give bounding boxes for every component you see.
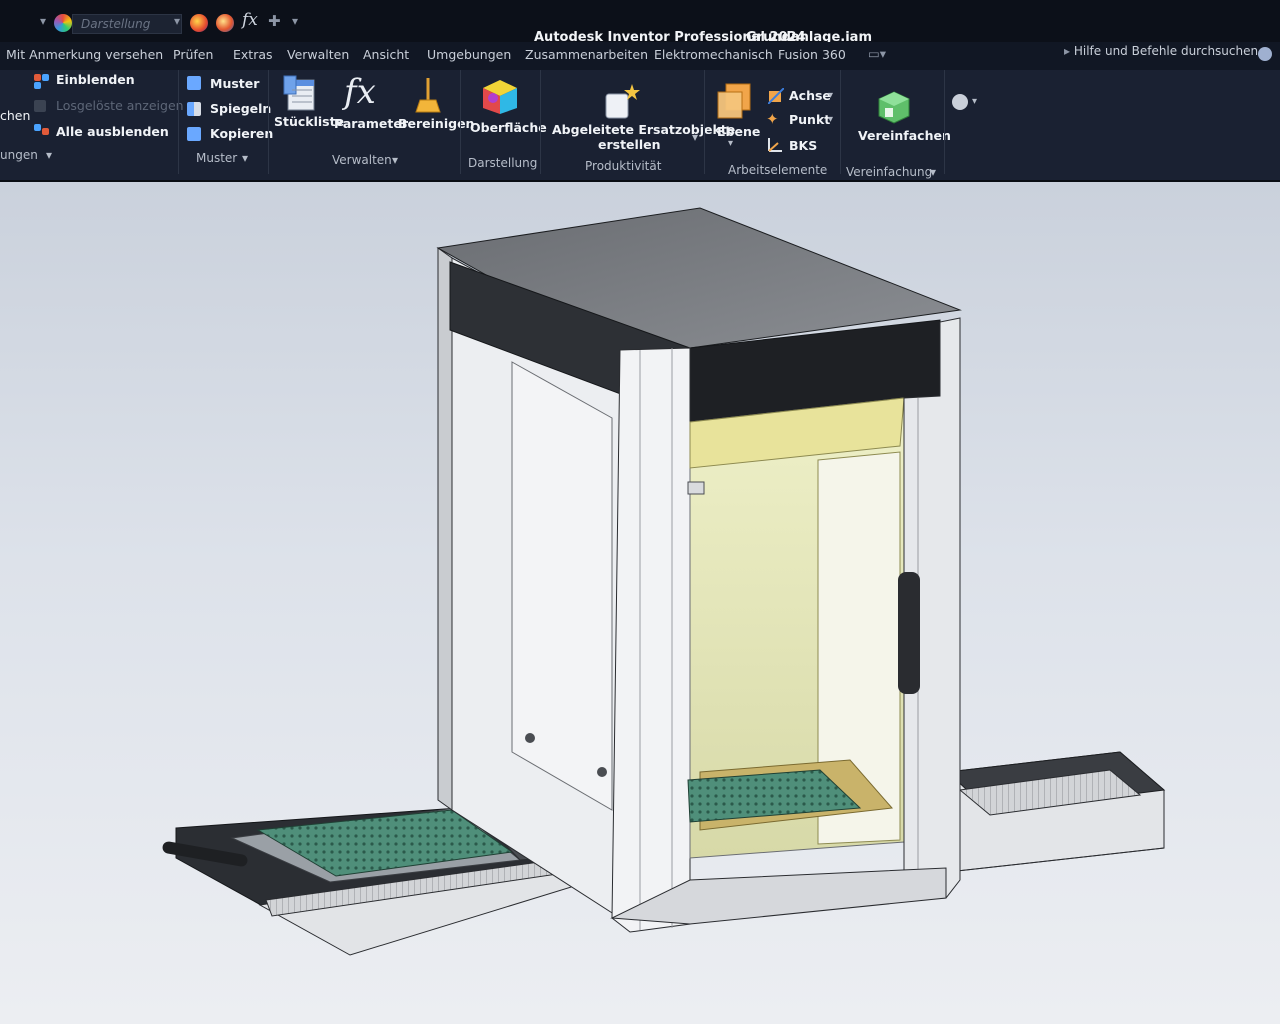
tab-tools[interactable]: Extras — [233, 47, 273, 62]
derived-substitute-button[interactable]: Abgeleitete Ersatzobjekte — [552, 122, 735, 137]
simplify-icon[interactable] — [877, 90, 911, 124]
work-plane-icon[interactable] — [716, 82, 754, 122]
pattern-icon — [187, 76, 201, 90]
screw-icon — [525, 733, 535, 743]
tab-electromechanical[interactable]: Elektromechanisch — [654, 47, 773, 62]
appearance-combo[interactable]: Darstellung — [72, 14, 182, 34]
assembly-model[interactable] — [0, 182, 1280, 1024]
show-icon — [34, 74, 41, 81]
parameters-fx-icon[interactable]: fx — [344, 72, 376, 112]
work-point-button[interactable]: Punkt — [789, 112, 830, 127]
work-axis-icon — [768, 88, 784, 104]
tab-collaborate[interactable]: Zusammenarbeiten — [525, 47, 648, 62]
tab-fusion-360[interactable]: Fusion 360 — [778, 47, 846, 62]
tab-annotate[interactable]: Mit Anmerkung versehen — [6, 47, 163, 62]
hinge-icon — [687, 481, 705, 495]
screw-icon — [597, 767, 607, 777]
tab-view[interactable]: Ansicht — [363, 47, 409, 62]
appearance-group-label[interactable]: Darstellung — [468, 156, 537, 170]
work-plane-button[interactable]: Ebene — [717, 124, 760, 139]
hide-all-icon-part — [42, 128, 49, 135]
ribbon-tabs: Mit Anmerkung versehen Prüfen Extras Ver… — [0, 42, 1280, 70]
chevron-down-icon[interactable]: ▾ — [828, 114, 833, 125]
surface-appearance-icon[interactable] — [481, 78, 519, 116]
cut-group-label[interactable]: ungen — [0, 148, 38, 162]
graphics-viewport[interactable] — [0, 182, 1280, 1024]
tab-inspect[interactable]: Prüfen — [173, 47, 213, 62]
help-search-placeholder: Hilfe und Befehle durchsuchen.. — [1073, 44, 1266, 58]
parameters-fx-icon[interactable]: fx — [242, 10, 258, 30]
chevron-down-icon[interactable]: ▾ — [828, 90, 833, 101]
appearance-icon[interactable] — [54, 14, 72, 32]
tab-environments[interactable]: Umgebungen — [427, 47, 511, 62]
copy-icon — [187, 127, 201, 141]
pattern-group-label[interactable]: Muster — [196, 151, 237, 165]
chevron-down-icon[interactable]: ▾ — [392, 153, 398, 167]
ucs-button[interactable]: BKS — [789, 138, 817, 153]
add-icon[interactable]: ✚ — [268, 12, 281, 30]
door-handle[interactable] — [898, 572, 920, 694]
simplification-group-label[interactable]: Vereinfachung — [846, 165, 932, 179]
parameters-button[interactable]: Parameter — [334, 116, 408, 131]
work-point-icon: ✦ — [766, 110, 779, 128]
adjust-appearance-icon[interactable] — [190, 14, 208, 32]
chevron-down-icon[interactable]: ▾ — [242, 151, 248, 165]
combo-dropdown-icon[interactable]: ▾ — [174, 14, 180, 28]
show-icon-part — [34, 82, 41, 89]
bom-icon[interactable] — [282, 74, 318, 112]
copy-button[interactable]: Kopieren — [210, 126, 273, 141]
show-detached-icon — [34, 100, 46, 112]
purge-button[interactable]: Bereinigen — [398, 116, 474, 131]
work-features-group-label[interactable]: Arbeitselemente — [728, 163, 827, 177]
clear-appearance-icon[interactable] — [216, 14, 234, 32]
work-axis-button[interactable]: Achse — [789, 88, 831, 103]
ribbon-separator — [840, 70, 841, 174]
user-account-icon[interactable] — [1258, 47, 1272, 61]
surface-button[interactable]: Oberfläche — [470, 120, 547, 135]
ribbon-separator — [460, 70, 461, 174]
simplify-button[interactable]: Vereinfachen — [858, 128, 951, 143]
inventor-window: ▾ Darstellung ▾ fx ✚ ▾ Autodesk Inventor… — [0, 0, 1280, 1024]
quick-access-toolbar: ▾ Darstellung ▾ fx ✚ ▾ Autodesk Inventor… — [0, 0, 1280, 45]
ribbon-panel: chen ungen ▾ Einblenden Losgelöste anzei… — [0, 70, 1280, 182]
mirror-button[interactable]: Spiegeln — [210, 101, 271, 116]
ribbon-separator — [704, 70, 705, 174]
customize-qat-icon[interactable]: ▾ — [292, 14, 298, 28]
search-arrow-icon: ▸ — [1064, 44, 1074, 58]
purge-broom-icon[interactable] — [414, 76, 442, 114]
hide-all-button[interactable]: Alle ausblenden — [56, 124, 169, 139]
cabinet[interactable] — [436, 207, 962, 933]
ucs-icon — [768, 138, 782, 152]
hide-all-icon — [34, 124, 41, 131]
pattern-button[interactable]: Muster — [210, 76, 259, 91]
right-conveyor[interactable] — [946, 751, 1166, 873]
ribbon-separator — [540, 70, 541, 174]
help-search-input[interactable]: ▸ Hilfe und Befehle durchsuchen.. — [1064, 44, 1266, 58]
derived-substitute-icon[interactable] — [602, 82, 642, 122]
chevron-down-icon[interactable]: ▾ — [692, 130, 698, 144]
ribbon-separator — [178, 70, 179, 174]
chevron-down-icon[interactable]: ▾ — [930, 165, 936, 179]
manage-group-label[interactable]: Verwalten — [332, 153, 392, 167]
chevron-down-icon[interactable]: ▾ — [46, 148, 52, 162]
chevron-down-icon[interactable]: ▾ — [728, 138, 733, 149]
ribbon-display-options-icon[interactable]: ▭▾ — [868, 46, 886, 61]
show-detached-button[interactable]: Losgelöste anzeigen — [56, 98, 184, 113]
chevron-down-icon[interactable]: ▾ — [972, 96, 977, 107]
cut-command-label[interactable]: chen — [0, 108, 30, 123]
tab-manage[interactable]: Verwalten — [287, 47, 349, 62]
ribbon-separator — [268, 70, 269, 174]
productivity-group-label[interactable]: Produktivität — [585, 159, 661, 173]
show-icon-part — [42, 74, 49, 81]
show-button[interactable]: Einblenden — [56, 72, 135, 87]
ribbon-separator — [944, 70, 945, 174]
derived-substitute-button-line2[interactable]: erstellen — [598, 137, 660, 152]
chevron-down-icon[interactable]: ▾ — [40, 14, 46, 28]
addin-circle-icon[interactable] — [952, 94, 968, 110]
mirror-icon — [187, 102, 201, 116]
